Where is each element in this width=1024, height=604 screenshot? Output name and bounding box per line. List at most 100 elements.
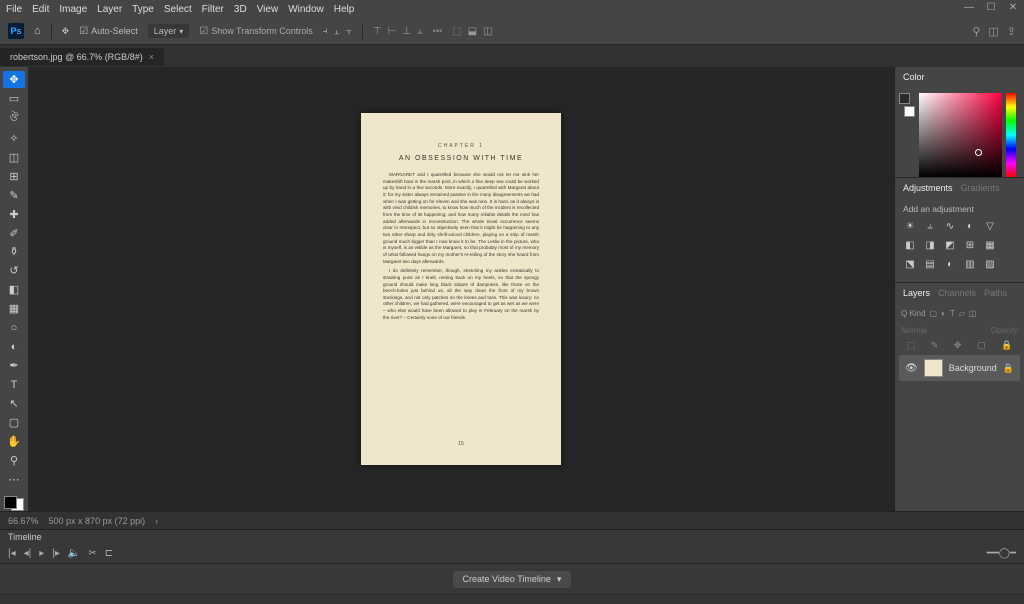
menu-edit[interactable]: Edit bbox=[32, 4, 49, 15]
tl-trans-icon[interactable]: ⊏ bbox=[105, 548, 113, 559]
tl-zoom-icon[interactable]: ━━◯━ bbox=[987, 548, 1016, 559]
adj-bw-icon[interactable]: ◨ bbox=[923, 238, 937, 252]
paths-tab[interactable]: Paths bbox=[984, 288, 1007, 298]
menu-type[interactable]: Type bbox=[132, 4, 154, 15]
edit-toolbar[interactable]: ⋯ bbox=[3, 471, 25, 488]
filter-adj-icon[interactable]: ◐ bbox=[941, 309, 946, 318]
layer-item[interactable]: 👁 Background 🔒 bbox=[899, 355, 1020, 381]
lock-pos-icon[interactable]: ✥ bbox=[954, 340, 962, 351]
menu-filter[interactable]: Filter bbox=[202, 4, 224, 15]
autoselect-dropdown[interactable]: Layer bbox=[148, 24, 190, 38]
lock-art-icon[interactable]: ▢ bbox=[977, 340, 986, 351]
ps-logo-icon[interactable]: Ps bbox=[8, 23, 24, 39]
stamp-tool[interactable]: ⚱ bbox=[3, 244, 25, 261]
marquee-tool[interactable]: ▭ bbox=[3, 90, 25, 107]
pen-tool[interactable]: ✒ bbox=[3, 357, 25, 374]
adj-sel-icon[interactable]: ▨ bbox=[983, 257, 997, 271]
workspace-icon[interactable]: ◫ bbox=[988, 25, 998, 38]
hue-slider[interactable] bbox=[1006, 93, 1016, 177]
lasso-tool[interactable]: ঔ bbox=[3, 109, 25, 128]
align-hcenter-icon[interactable]: ⫠ bbox=[334, 26, 340, 37]
menu-image[interactable]: Image bbox=[59, 4, 87, 15]
shape-tool[interactable]: ▢ bbox=[3, 414, 25, 431]
adj-invert-icon[interactable]: ⬔ bbox=[903, 257, 917, 271]
menu-3d[interactable]: 3D bbox=[234, 4, 247, 15]
align-vcenter-icon[interactable]: ⊢ bbox=[388, 26, 397, 37]
adj-vibrance-icon[interactable]: ▽ bbox=[983, 219, 997, 233]
adj-levels-icon[interactable]: ⫨ bbox=[923, 219, 937, 233]
tab-close-icon[interactable]: × bbox=[149, 52, 154, 62]
close-icon[interactable]: ✕ bbox=[1006, 2, 1020, 13]
adj-thresh-icon[interactable]: ◐ bbox=[943, 257, 957, 271]
hand-tool[interactable]: ✋ bbox=[3, 433, 25, 450]
tl-prev-icon[interactable]: ◂| bbox=[24, 548, 32, 559]
zoom-tool[interactable]: ⚲ bbox=[3, 452, 25, 469]
menu-layer[interactable]: Layer bbox=[97, 4, 122, 15]
visibility-icon[interactable]: 👁 bbox=[905, 363, 918, 374]
adjustments-tab[interactable]: Adjustments bbox=[903, 183, 953, 193]
tl-audio-icon[interactable]: 🔈 bbox=[68, 548, 80, 559]
lock-trans-icon[interactable]: ⬚ bbox=[907, 340, 916, 351]
tl-play-icon[interactable]: ▸ bbox=[39, 548, 44, 559]
filter-type-icon[interactable]: T bbox=[950, 309, 955, 318]
canvas-area[interactable]: CHAPTER 1 AN OBSESSION WITH TIME MARGARE… bbox=[28, 67, 894, 511]
color-tab[interactable]: Color bbox=[903, 72, 925, 82]
more-icon[interactable]: ••• bbox=[433, 26, 442, 36]
dodge-tool[interactable]: ◐ bbox=[3, 338, 25, 355]
color-picker[interactable] bbox=[895, 87, 1024, 177]
align-right-icon[interactable]: ⫟ bbox=[346, 26, 352, 37]
filter-shape-icon[interactable]: ▱ bbox=[959, 309, 965, 318]
align-bottom-icon[interactable]: ⊥ bbox=[402, 26, 411, 37]
gradients-tab[interactable]: Gradients bbox=[961, 183, 1000, 193]
path-tool[interactable]: ↖ bbox=[3, 395, 25, 412]
menu-view[interactable]: View bbox=[257, 4, 279, 15]
menu-window[interactable]: Window bbox=[288, 4, 324, 15]
search-icon[interactable]: ⚲ bbox=[972, 25, 980, 38]
gradient-tool[interactable]: ▦ bbox=[3, 300, 25, 317]
tl-cut-icon[interactable]: ✂ bbox=[88, 548, 96, 559]
3d-mode-icon[interactable]: ⬚ bbox=[452, 26, 461, 37]
autoselect-check[interactable]: Auto-Select bbox=[79, 26, 138, 37]
adj-hue-icon[interactable]: ◧ bbox=[903, 238, 917, 252]
filter-pixel-icon[interactable]: ▢ bbox=[929, 309, 937, 318]
wand-tool[interactable]: ✧ bbox=[3, 130, 25, 147]
adj-post-icon[interactable]: ▤ bbox=[923, 257, 937, 271]
tl-next-icon[interactable]: |▸ bbox=[52, 548, 60, 559]
timeline-header[interactable]: Timeline bbox=[0, 529, 1024, 544]
create-video-button[interactable]: Create Video Timeline▾ bbox=[453, 571, 572, 588]
color-swatch[interactable] bbox=[4, 496, 24, 511]
adj-curves-icon[interactable]: ∿ bbox=[943, 219, 957, 233]
lock-paint-icon[interactable]: ✎ bbox=[931, 340, 939, 351]
adj-grad-icon[interactable]: ▥ bbox=[963, 257, 977, 271]
adj-lut-icon[interactable]: ▦ bbox=[983, 238, 997, 252]
doc-tab[interactable]: robertson.jpg @ 66.7% (RGB/8#) × bbox=[0, 47, 164, 66]
adj-exposure-icon[interactable]: ◐ bbox=[963, 219, 977, 233]
tl-first-icon[interactable]: |◂ bbox=[8, 548, 16, 559]
adj-mixer-icon[interactable]: ⊞ bbox=[963, 238, 977, 252]
move-tool[interactable]: ✥ bbox=[3, 71, 25, 88]
blend-dropdown[interactable]: Normal bbox=[901, 326, 927, 335]
menu-file[interactable]: File bbox=[6, 4, 22, 15]
frame-tool[interactable]: ⊞ bbox=[3, 168, 25, 185]
distribute-icon[interactable]: ⫨ bbox=[417, 26, 423, 37]
align-left-icon[interactable]: ⫞ bbox=[323, 26, 328, 37]
minimize-icon[interactable]: — bbox=[962, 2, 976, 13]
menu-help[interactable]: Help bbox=[334, 4, 355, 15]
blur-tool[interactable]: ○ bbox=[3, 319, 25, 336]
zoom-level[interactable]: 66.67% bbox=[8, 516, 39, 526]
share-icon[interactable]: ⇪ bbox=[1007, 25, 1016, 38]
crop-tool[interactable]: ◫ bbox=[3, 149, 25, 166]
transform-check[interactable]: Show Transform Controls bbox=[199, 26, 313, 37]
filter-smart-icon[interactable]: ◫ bbox=[969, 309, 977, 318]
adj-brightness-icon[interactable]: ☀ bbox=[903, 219, 917, 233]
home-icon[interactable]: ⌂ bbox=[34, 25, 41, 37]
type-tool[interactable]: T bbox=[3, 376, 25, 393]
status-chevron-icon[interactable]: › bbox=[155, 516, 158, 526]
history-tool[interactable]: ↺ bbox=[3, 262, 25, 279]
eyedropper-tool[interactable]: ✎ bbox=[3, 187, 25, 204]
lock-all-icon[interactable]: 🔒 bbox=[1001, 340, 1012, 351]
align-top-icon[interactable]: ⊤ bbox=[373, 26, 382, 37]
adj-photo-icon[interactable]: ◩ bbox=[943, 238, 957, 252]
channels-tab[interactable]: Channels bbox=[938, 288, 976, 298]
eraser-tool[interactable]: ◧ bbox=[3, 281, 25, 298]
